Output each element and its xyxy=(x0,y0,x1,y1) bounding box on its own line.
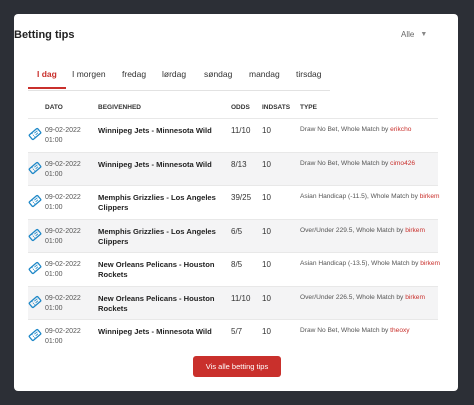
header-stake: INDSATS xyxy=(262,104,291,111)
row-author-link[interactable]: cimo426 xyxy=(390,160,415,167)
row-event[interactable]: Winnipeg Jets - Minnesota Wild xyxy=(98,160,223,170)
row-date: 09-02-2022 01:00 xyxy=(45,294,95,314)
row-date: 09-02-2022 01:00 xyxy=(45,193,95,213)
ticket-icon xyxy=(28,328,42,342)
row-date-day: 09-02-2022 xyxy=(45,227,81,235)
row-type: Over/Under 226.5, Whole Match by birkem xyxy=(300,294,425,301)
row-type: Asian Handicap (-13.5), Whole Match by b… xyxy=(300,260,440,267)
active-tab-indicator xyxy=(28,87,66,89)
row-date-day: 09-02-2022 xyxy=(45,294,81,302)
row-event[interactable]: Memphis Grizzlies - Los Angeles Clippers xyxy=(98,227,223,247)
row-odds: 11/10 xyxy=(231,293,251,303)
row-author-link[interactable]: birkem xyxy=(420,193,440,200)
row-author-link[interactable]: theoxy xyxy=(390,327,409,334)
row-odds: 8/13 xyxy=(231,159,247,169)
table-row[interactable]: 09-02-2022 01:00 Winnipeg Jets - Minnesota… xyxy=(28,118,438,152)
row-type-text: Over/Under 226.5, Whole Match by xyxy=(300,293,406,301)
row-date-time: 01:00 xyxy=(45,338,63,345)
row-date-time: 01:00 xyxy=(45,204,63,211)
header-event: BEGIVENHED xyxy=(98,104,141,111)
row-event[interactable]: Memphis Grizzlies - Los Angeles Clippers xyxy=(98,193,223,213)
tab-sunday[interactable]: søndag xyxy=(204,64,232,88)
filter-dropdown[interactable]: Alle ▼ xyxy=(401,30,427,39)
table-row[interactable]: 09-02-2022 01:00 Winnipeg Jets - Minnesota… xyxy=(28,151,438,186)
row-type: Over/Under 229.5, Whole Match by birkem xyxy=(300,227,425,234)
tab-today[interactable]: I dag xyxy=(37,64,57,88)
row-odds: 6/5 xyxy=(231,226,243,236)
row-date-day: 09-02-2022 xyxy=(45,127,81,134)
row-type: Draw No Bet, Whole Match by erikcho xyxy=(300,126,411,133)
row-event[interactable]: Winnipeg Jets - Minnesota Wild xyxy=(98,327,223,337)
tab-saturday[interactable]: lørdag xyxy=(162,64,186,88)
ticket-icon xyxy=(28,261,42,275)
row-date-time: 01:00 xyxy=(45,237,63,245)
row-date-day: 09-02-2022 xyxy=(45,261,81,268)
ticket-icon xyxy=(28,127,42,141)
header-type: TYPE xyxy=(300,104,317,111)
table-row[interactable]: 09-02-2022 01:00 New Orleans Pelicans - Ho… xyxy=(28,285,438,320)
row-date-time: 01:00 xyxy=(45,271,63,278)
row-date-time: 01:00 xyxy=(45,170,63,178)
row-event[interactable]: New Orleans Pelicans - Houston Rockets xyxy=(98,294,223,314)
ticket-icon xyxy=(28,228,42,242)
row-type-text: Over/Under 229.5, Whole Match by xyxy=(300,226,406,234)
row-type-text: Asian Handicap (-11.5), Whole Match by xyxy=(300,193,420,200)
card-title: Betting tips xyxy=(14,29,75,41)
row-author-link[interactable]: birkem xyxy=(420,260,440,267)
table-row[interactable]: 09-02-2022 01:00 Winnipeg Jets - Minnesota… xyxy=(28,319,438,353)
row-odds: 11/10 xyxy=(231,126,251,135)
table-row[interactable]: 09-02-2022 01:00 Memphis Grizzlies - Los A… xyxy=(28,218,438,253)
row-type: Asian Handicap (-11.5), Whole Match by b… xyxy=(300,193,440,200)
tab-monday[interactable]: mandag xyxy=(249,64,280,88)
caret-down-icon: ▼ xyxy=(420,31,428,38)
row-type-text: Draw No Bet, Whole Match by xyxy=(300,159,391,167)
row-author-link[interactable]: erikcho xyxy=(390,126,411,133)
row-author-link[interactable]: birkem xyxy=(405,294,425,301)
row-type-text: Asian Handicap (-13.5), Whole Match by xyxy=(300,260,421,267)
ticket-icon xyxy=(28,194,42,208)
row-type: Draw No Bet, Whole Match by theoxy xyxy=(300,327,410,334)
row-type: Draw No Bet, Whole Match by cimo426 xyxy=(300,160,415,167)
row-stake: 10 xyxy=(262,327,271,336)
row-odds: 39/25 xyxy=(231,193,252,202)
row-date-day: 09-02-2022 xyxy=(45,328,81,335)
ticket-icon xyxy=(28,161,42,175)
ticket-icon xyxy=(28,295,42,309)
row-stake: 10 xyxy=(262,260,271,269)
row-stake: 10 xyxy=(262,159,271,169)
row-stake: 10 xyxy=(262,193,271,202)
day-tabs: I dag I morgen fredag lørdag søndag mand… xyxy=(28,64,330,91)
row-stake: 10 xyxy=(262,226,271,236)
row-event[interactable]: New Orleans Pelicans - Houston Rockets xyxy=(98,260,223,280)
tab-tomorrow[interactable]: I morgen xyxy=(72,64,106,88)
tab-friday[interactable]: fredag xyxy=(122,64,146,88)
row-date: 09-02-2022 01:00 xyxy=(45,260,95,280)
row-date-day: 09-02-2022 xyxy=(45,194,81,201)
row-date: 09-02-2022 01:00 xyxy=(45,126,95,146)
row-type-text: Draw No Bet, Whole Match by xyxy=(300,126,391,133)
tab-tuesday[interactable]: tirsdag xyxy=(296,64,322,88)
row-author-link[interactable]: birkem xyxy=(405,227,425,234)
header-date: DATO xyxy=(45,104,63,111)
row-type-text: Draw No Bet, Whole Match by xyxy=(300,327,391,334)
row-date-time: 01:00 xyxy=(45,304,63,312)
row-stake: 10 xyxy=(262,293,271,303)
row-date-day: 09-02-2022 xyxy=(45,160,81,168)
row-stake: 10 xyxy=(262,126,271,135)
row-event[interactable]: Winnipeg Jets - Minnesota Wild xyxy=(98,126,223,136)
row-date: 09-02-2022 01:00 xyxy=(45,160,95,180)
filter-value: Alle xyxy=(401,30,415,39)
show-all-tips-button[interactable]: Vis alle betting tips xyxy=(193,356,281,377)
table-row[interactable]: 09-02-2022 01:00 New Orleans Pelicans - Ho… xyxy=(28,252,440,286)
row-odds: 5/7 xyxy=(231,327,243,336)
row-date-time: 01:00 xyxy=(45,137,63,144)
row-date: 09-02-2022 01:00 xyxy=(45,327,95,347)
header-odds: ODDS xyxy=(231,104,250,111)
table-row[interactable]: 09-02-2022 01:00 Memphis Grizzlies - Los A… xyxy=(28,185,440,219)
row-date: 09-02-2022 01:00 xyxy=(45,227,95,247)
row-odds: 8/5 xyxy=(231,260,243,269)
